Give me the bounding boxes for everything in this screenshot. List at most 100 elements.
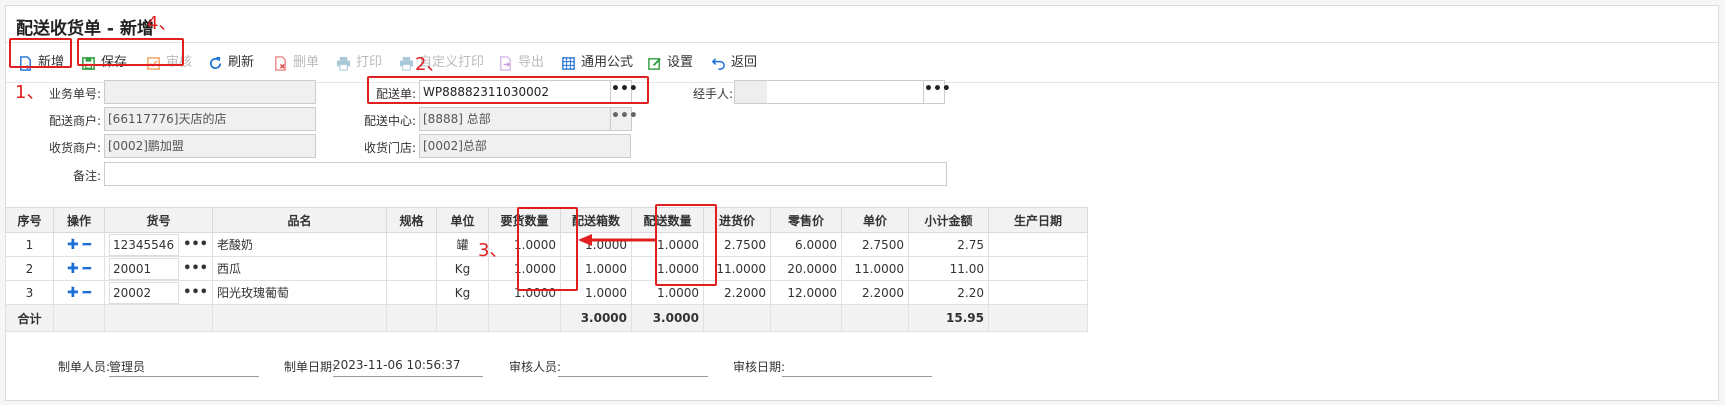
row-price: 11.0000 xyxy=(841,256,909,281)
row-name: 老酸奶 xyxy=(212,232,387,257)
formula-button[interactable]: 通用公式 xyxy=(561,52,633,74)
row-retail: 20.0000 xyxy=(770,256,842,281)
total-empty-cell xyxy=(104,304,213,332)
center-picker-button[interactable]: ••• xyxy=(610,107,638,131)
row-ops: ✚ ━ xyxy=(53,232,105,257)
title-divider xyxy=(6,42,1718,43)
col-header[interactable]: 规格 xyxy=(386,207,437,233)
row-code-cell[interactable]: 12345546 ••• xyxy=(104,232,213,257)
row-subtotal: 11.00 xyxy=(908,256,989,281)
delivery-receipt-panel: 配送收货单 - 新增 新增 保存 审核 刷新 删单 打印 自定义打印 导出 通用… xyxy=(5,5,1719,401)
auditor-value xyxy=(558,358,708,377)
add-row-icon[interactable]: ✚ xyxy=(67,285,79,301)
row-date[interactable] xyxy=(988,232,1088,257)
row-seq: 2 xyxy=(5,256,54,281)
col-header[interactable]: 货号 xyxy=(104,207,213,233)
remark-field[interactable] xyxy=(104,162,947,186)
total-empty-cell xyxy=(53,304,105,332)
settings-button[interactable]: 设置 xyxy=(647,52,693,74)
remove-row-icon[interactable]: ━ xyxy=(83,285,91,301)
total-boxes: 3.0000 xyxy=(560,304,632,332)
code-picker-button[interactable]: ••• xyxy=(183,285,208,300)
total-row: 合计 3.0000 3.0000 15.95 xyxy=(5,304,1088,332)
col-header[interactable]: 品名 xyxy=(212,207,387,233)
total-empty-cell xyxy=(988,304,1088,332)
code-picker-button[interactable]: ••• xyxy=(183,237,208,252)
row-date[interactable] xyxy=(988,280,1088,305)
annotation-number-3: 3、 xyxy=(478,240,508,261)
total-empty-cell xyxy=(703,304,771,332)
total-label: 合计 xyxy=(5,304,54,332)
add-row-icon[interactable]: ✚ xyxy=(67,261,79,277)
total-empty-cell xyxy=(770,304,842,332)
refresh-icon xyxy=(209,56,222,69)
row-code-input[interactable]: 20001 xyxy=(109,257,180,280)
export-button-label: 导出 xyxy=(518,55,545,70)
row-price: 2.2000 xyxy=(841,280,909,305)
col-header[interactable]: 生产日期 xyxy=(988,207,1088,233)
row-name: 西瓜 xyxy=(212,256,387,281)
refresh-button-label: 刷新 xyxy=(228,55,255,70)
annotation-box-req-qty xyxy=(517,207,578,291)
total-qty: 3.0000 xyxy=(631,304,704,332)
row-price: 2.7500 xyxy=(841,232,909,257)
receiver-field: [0002]鹏加盟 xyxy=(104,134,316,158)
row-seq: 1 xyxy=(5,232,54,257)
col-header[interactable]: 操作 xyxy=(53,207,105,233)
annotation-box-delivery-qty xyxy=(655,204,717,286)
annotation-box-save-audit xyxy=(77,38,184,66)
biz-no-field[interactable] xyxy=(104,80,316,104)
col-header[interactable]: 序号 xyxy=(5,207,54,233)
remove-row-icon[interactable]: ━ xyxy=(83,237,91,253)
code-picker-button[interactable]: ••• xyxy=(183,261,208,276)
delete-doc-icon xyxy=(275,55,286,71)
settings-button-label: 设置 xyxy=(667,55,694,70)
row-code-cell[interactable]: 20001 ••• xyxy=(104,256,213,281)
annotation-arrow-icon xyxy=(578,234,656,246)
row-code-cell[interactable]: 20002 ••• xyxy=(104,280,213,305)
delete-button[interactable]: 删单 xyxy=(273,52,319,74)
formula-button-label: 通用公式 xyxy=(581,55,634,70)
back-button-label: 返回 xyxy=(731,55,758,70)
annotation-number-1: 1、 xyxy=(15,82,45,103)
handler-picker-button[interactable]: ••• xyxy=(923,80,951,104)
refresh-button[interactable]: 刷新 xyxy=(208,52,254,74)
total-amount: 15.95 xyxy=(908,304,989,332)
receiver-label: 收货商户: xyxy=(48,141,101,155)
row-code-input[interactable]: 12345546 xyxy=(109,233,180,256)
total-empty-cell xyxy=(841,304,909,332)
row-date[interactable] xyxy=(988,256,1088,281)
auditor-label: 审核人员: xyxy=(509,360,562,374)
print-button[interactable]: 打印 xyxy=(336,52,382,74)
total-empty-cell xyxy=(488,304,561,332)
col-header[interactable]: 单价 xyxy=(841,207,909,233)
center-label: 配送中心: xyxy=(363,114,416,128)
create-date-value: 2023-11-06 10:56:37 xyxy=(333,358,483,377)
row-ops: ✚ ━ xyxy=(53,256,105,281)
remove-row-icon[interactable]: ━ xyxy=(83,261,91,277)
row-spec xyxy=(386,232,437,257)
back-button[interactable]: 返回 xyxy=(711,52,757,74)
annotation-number-2: 2、 xyxy=(415,54,445,75)
delete-button-label: 删单 xyxy=(293,55,320,70)
audit-date-label: 审核日期: xyxy=(733,360,786,374)
row-subtotal: 2.75 xyxy=(908,232,989,257)
center-field: [8888] 总部 xyxy=(419,107,611,131)
col-header[interactable]: 单位 xyxy=(436,207,489,233)
print-button-label: 打印 xyxy=(356,55,383,70)
print-icon xyxy=(336,56,351,71)
edit-settings-icon xyxy=(648,57,661,70)
add-row-icon[interactable]: ✚ xyxy=(67,237,79,253)
audit-date-value xyxy=(782,358,932,377)
export-button[interactable]: 导出 xyxy=(498,52,544,74)
row-ops: ✚ ━ xyxy=(53,280,105,305)
total-empty-cell xyxy=(212,304,387,332)
print-icon xyxy=(399,56,414,71)
col-header[interactable]: 小计金额 xyxy=(908,207,989,233)
row-subtotal: 2.20 xyxy=(908,280,989,305)
merchant-label: 配送商户: xyxy=(48,114,101,128)
col-header[interactable]: 零售价 xyxy=(770,207,842,233)
row-code-input[interactable]: 20002 xyxy=(109,281,180,304)
biz-no-label: 业务单号: xyxy=(48,87,101,101)
handler-avatar-placeholder xyxy=(735,81,767,103)
